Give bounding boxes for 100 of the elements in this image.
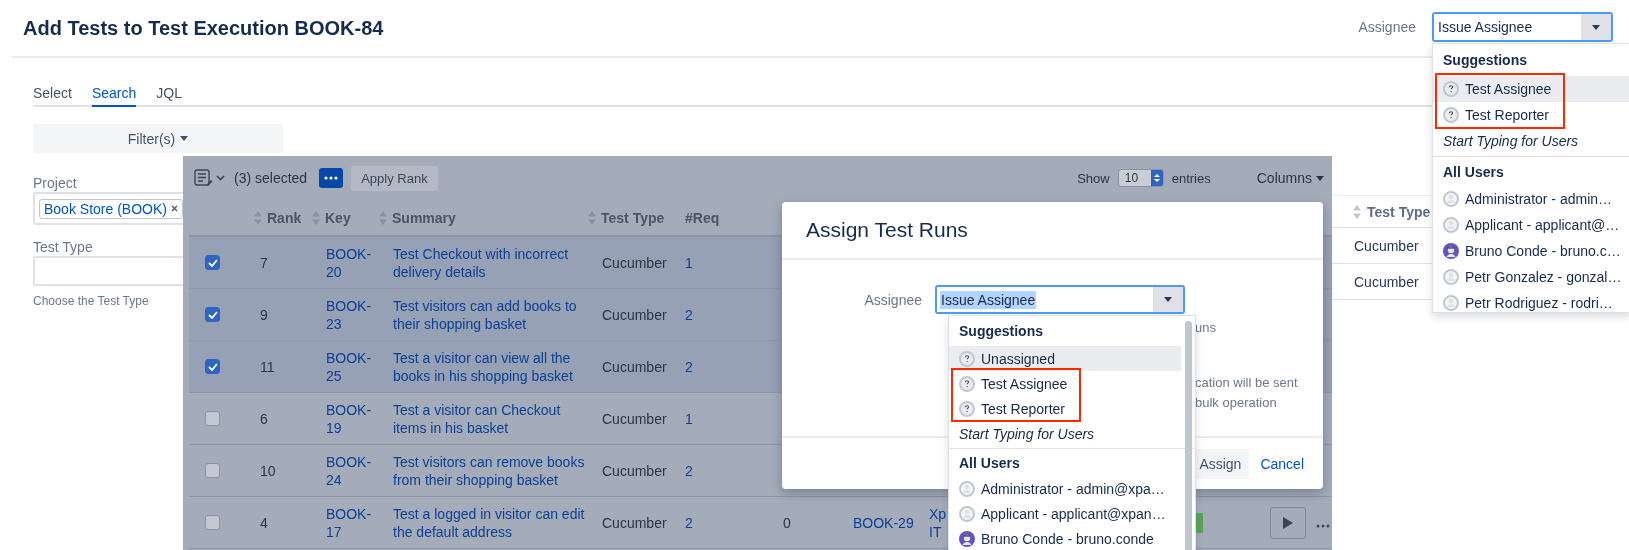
assignee-select[interactable]: Issue Assignee [935,285,1185,314]
status-indicator [1196,512,1203,533]
test-type-cell: Cucumber [1354,273,1419,290]
more-icon [324,176,339,180]
tab[interactable]: Select [33,85,72,107]
summary-link[interactable]: Test a visitor can view all the books in his shopping basket [393,348,593,385]
issue-key-link[interactable]: BOOK-24 [326,452,374,489]
issue-key-link[interactable]: BOOK-19 [326,400,374,437]
stepper-icon [1153,173,1160,183]
column-header[interactable]: Summary [392,209,456,226]
tab[interactable]: Search [91,85,137,107]
test-type-cell: Cucumber [602,254,667,271]
sort-icon[interactable] [312,209,320,226]
user-option[interactable]: Bruno Conde - bruno.c… [1433,238,1629,264]
question-avatar-icon [959,375,975,392]
requirements-link[interactable]: 2 [685,358,693,375]
assignee-label: Assignee [863,291,923,308]
user-option[interactable]: Petr Gonzalez - gonzal… [1433,264,1629,290]
user-option[interactable]: Applicant - applicant@… [1433,212,1629,238]
table-cell: 0 [783,514,791,531]
user-option[interactable]: Test Reporter [1433,102,1629,128]
caret-icon [1316,175,1324,181]
user-option[interactable]: Applicant - applicant@xpan… [949,501,1181,526]
table-cell[interactable]: Xp IT [929,504,945,541]
user-option[interactable]: Test Assignee [949,371,1181,396]
apply-rank-button[interactable]: Apply Rank [351,165,438,191]
summary-link[interactable]: Test a visitor can Checkout items in his basket [393,400,593,437]
column-header[interactable]: #Req [685,209,720,226]
user-avatar-icon [959,505,975,522]
play-button[interactable] [1270,506,1306,539]
user-avatar-icon [959,480,975,497]
question-avatar-icon [1443,81,1459,97]
tab[interactable]: JQL [156,85,182,107]
requirements-link[interactable]: 1 [685,254,693,271]
group-heading: All Users [1442,162,1505,182]
test-type-cell: Cucumber [602,410,667,427]
issue-key-link[interactable]: BOOK-23 [326,296,374,333]
user-avatar-icon [1443,191,1459,207]
scrollbar[interactable] [1185,321,1192,550]
column-header[interactable]: Test Type [601,209,665,226]
issue-key-link[interactable]: BOOK-20 [326,244,374,281]
user-option[interactable]: Administrator - admin@xpa… [949,476,1181,501]
sort-icon[interactable] [1353,203,1361,220]
requirements-link[interactable]: 2 [685,306,693,323]
user-option[interactable]: Administrator - admin… [1433,186,1629,212]
requirements-link[interactable]: 2 [685,462,693,479]
user-option[interactable]: Test Assignee [1433,76,1629,102]
project-chip[interactable]: Book Store (BOOK) [39,198,183,219]
field-label: Test Type [33,239,93,256]
field-hint: Choose the Test Type [33,294,149,308]
requirements-link[interactable]: 2 [685,514,693,531]
rank-cell: 7 [260,254,268,271]
user-option[interactable]: Unassigned [949,346,1181,371]
user-option[interactable]: Bruno Conde - bruno.conde [949,526,1181,550]
dialog-title: Assign Test Runs [806,218,968,242]
filter-button[interactable]: Filter(s) [33,124,283,153]
row-checkbox[interactable] [205,307,220,322]
column-header[interactable]: Rank [267,209,302,226]
sort-icon[interactable] [588,209,596,226]
test-type-cell: Cucumber [602,306,667,323]
rank-cell: 6 [260,410,268,427]
test-type-cell: Cucumber [602,462,667,479]
column-header[interactable]: Key [325,209,351,226]
field-label: Project [33,175,77,192]
entries-label: entries [1171,170,1211,186]
more-icon[interactable] [1316,523,1330,528]
issue-key-link[interactable]: BOOK-29 [853,514,914,531]
row-checkbox[interactable] [205,515,220,530]
columns-button[interactable]: Columns [1256,170,1324,186]
column-header[interactable]: Test Type [1367,203,1431,220]
help-text: cation will be sent bulk operation [1195,374,1299,412]
assignee-select[interactable]: Issue Assignee [1432,12,1613,42]
row-checkbox[interactable] [205,463,220,478]
list-edit-icon[interactable] [194,169,226,187]
row-checkbox[interactable] [205,411,220,426]
help-text: uns [1195,319,1217,337]
issue-key-link[interactable]: BOOK-17 [326,504,374,541]
page-size-select[interactable]: 10 [1117,169,1164,187]
sort-icon[interactable] [379,209,387,226]
summary-link[interactable]: Test visitors can add books to their shopping basket [393,296,593,333]
selected-count: (3) selected [234,170,308,186]
summary-link[interactable]: Test Checkout with incorrect delivery details [393,244,593,281]
project-field[interactable]: Book Store (BOOK) [33,192,183,225]
typing-hint: Start Typing for Users [958,424,1096,444]
rank-cell: 4 [260,514,268,531]
row-checkbox[interactable] [205,359,220,374]
sort-icon[interactable] [254,209,262,226]
more-button[interactable] [319,168,344,188]
requirements-link[interactable]: 1 [685,410,693,427]
group-heading: All Users [958,453,1021,473]
user-option[interactable]: Petr Rodriguez - rodri… [1433,290,1629,312]
test-type-field[interactable] [33,256,183,286]
summary-link[interactable]: Test a logged in visitor can edit the default address [393,504,593,541]
remove-icon[interactable] [170,205,178,212]
rank-cell: 10 [260,462,276,479]
summary-link[interactable]: Test visitors can remove books from their shopping basket [393,452,593,489]
row-checkbox[interactable] [205,255,220,270]
test-type-cell: Cucumber [602,358,667,375]
cancel-link[interactable]: Cancel [1260,455,1304,472]
issue-key-link[interactable]: BOOK-25 [326,348,374,385]
